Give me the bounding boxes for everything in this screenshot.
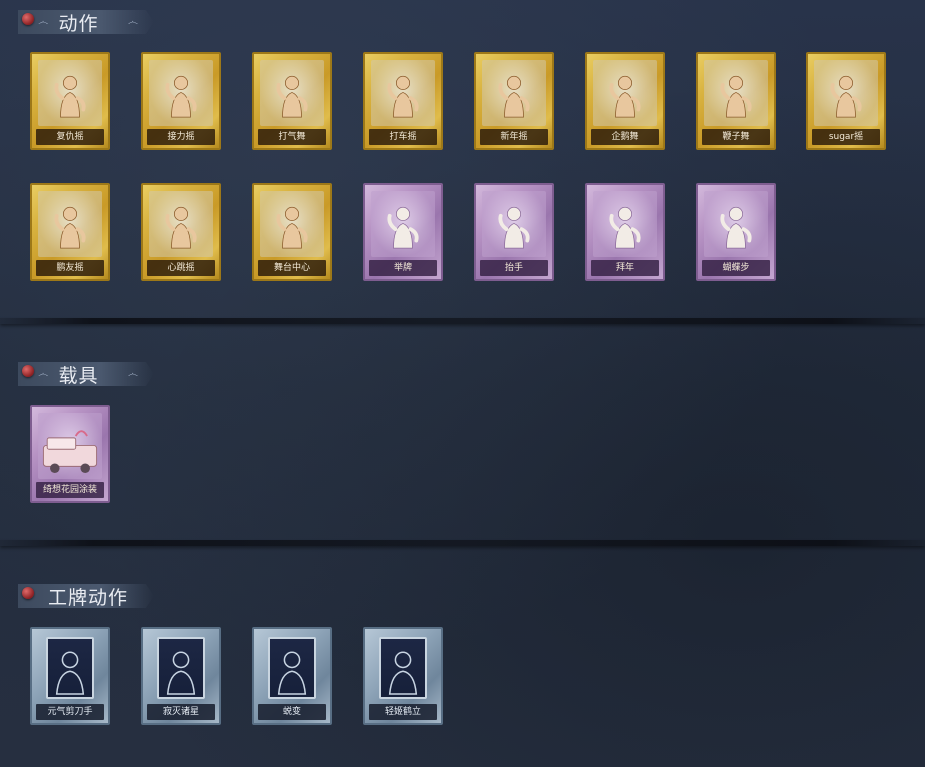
- card-label: 鞭子舞: [702, 129, 770, 145]
- action-card[interactable]: 复仇摇: [30, 52, 110, 150]
- pin-icon: [22, 587, 34, 599]
- badge-action-card[interactable]: 寂灭诸星: [141, 627, 221, 725]
- section-divider: [0, 540, 925, 546]
- pin-icon: [22, 13, 34, 25]
- action-card[interactable]: 企鹅舞: [585, 52, 665, 150]
- section-title-badge-actions: 工牌动作: [48, 586, 129, 609]
- card-label: 新年摇: [480, 129, 548, 145]
- card-label: 企鹅舞: [591, 129, 659, 145]
- action-card[interactable]: 打车摇: [363, 52, 443, 150]
- card-label: 拜年: [591, 260, 659, 276]
- action-card[interactable]: 打气舞: [252, 52, 332, 150]
- card-label: 蝴蝶步: [702, 260, 770, 276]
- vehicle-card[interactable]: 绮想花园涂装: [30, 405, 110, 503]
- swirl-icon: ෴: [127, 15, 138, 28]
- card-label: 心跳摇: [147, 260, 215, 276]
- card-label: 绮想花园涂装: [36, 482, 104, 498]
- action-card[interactable]: 新年摇: [474, 52, 554, 150]
- action-card[interactable]: 蝴蝶步: [696, 183, 776, 281]
- action-card[interactable]: 接力摇: [141, 52, 221, 150]
- badge-action-card[interactable]: 轻姬鹤立: [363, 627, 443, 725]
- card-label: 打车摇: [369, 129, 437, 145]
- card-label: 打气舞: [258, 129, 326, 145]
- badge-action-card[interactable]: 蜕变: [252, 627, 332, 725]
- card-label: 元气剪刀手: [36, 704, 104, 720]
- section-header-vehicles: ෴ 载具 ෴: [18, 362, 154, 386]
- card-label: 蜕变: [258, 704, 326, 720]
- section-divider: [0, 318, 925, 324]
- action-card[interactable]: 鞭子舞: [696, 52, 776, 150]
- action-card[interactable]: 鹏友摇: [30, 183, 110, 281]
- section-title-vehicles: 载具: [58, 364, 99, 387]
- card-label: 接力摇: [147, 129, 215, 145]
- action-card[interactable]: 抬手: [474, 183, 554, 281]
- action-card[interactable]: 拜年: [585, 183, 665, 281]
- action-card[interactable]: 舞台中心: [252, 183, 332, 281]
- section-title-actions: 动作: [58, 12, 99, 35]
- card-label: 舞台中心: [258, 260, 326, 276]
- card-label: 复仇摇: [36, 129, 104, 145]
- card-label: 寂灭诸星: [147, 704, 215, 720]
- action-card[interactable]: sugar摇: [806, 52, 886, 150]
- swirl-icon: ෴: [38, 15, 49, 28]
- swirl-icon: ෴: [38, 367, 49, 380]
- swirl-icon: ෴: [127, 367, 138, 380]
- section-header-actions: ෴ 动作 ෴: [18, 10, 154, 34]
- badge-action-card[interactable]: 元气剪刀手: [30, 627, 110, 725]
- card-label: 抬手: [480, 260, 548, 276]
- card-label: 举牌: [369, 260, 437, 276]
- section-header-badge-actions: 工牌动作: [18, 584, 154, 608]
- card-label: sugar摇: [812, 129, 880, 145]
- card-label: 轻姬鹤立: [369, 704, 437, 720]
- action-card[interactable]: 心跳摇: [141, 183, 221, 281]
- action-card[interactable]: 举牌: [363, 183, 443, 281]
- pin-icon: [22, 365, 34, 377]
- card-label: 鹏友摇: [36, 260, 104, 276]
